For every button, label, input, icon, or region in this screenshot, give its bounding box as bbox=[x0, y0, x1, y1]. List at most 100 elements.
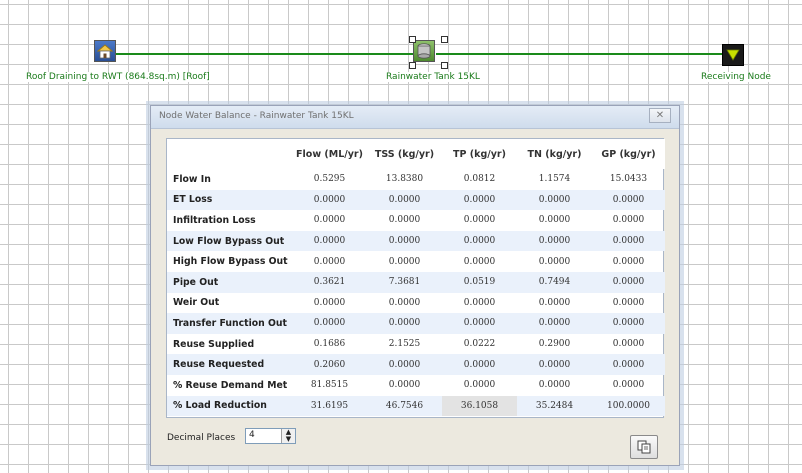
table-cell[interactable]: 0.0000 bbox=[517, 293, 592, 314]
table-cell[interactable]: 81.8515 bbox=[292, 375, 367, 396]
table-cell[interactable]: 0.0000 bbox=[367, 251, 442, 272]
table-cell[interactable]: 0.0000 bbox=[592, 313, 665, 334]
dialog-titlebar[interactable]: Node Water Balance - Rainwater Tank 15KL… bbox=[151, 106, 679, 129]
table-cell[interactable]: 0.5295 bbox=[292, 169, 367, 190]
tank-node[interactable] bbox=[413, 40, 435, 62]
table-cell[interactable]: 0.0000 bbox=[592, 230, 665, 252]
table-cell[interactable]: 35.2484 bbox=[517, 395, 592, 417]
spin-down-icon[interactable]: ▼ bbox=[282, 436, 295, 443]
table-cell[interactable]: 1.1574 bbox=[517, 169, 592, 190]
table-cell[interactable]: 46.7546 bbox=[367, 395, 442, 417]
table-cell[interactable]: 0.0000 bbox=[517, 210, 592, 231]
row-label: Flow In bbox=[173, 173, 211, 185]
selection-handle[interactable] bbox=[409, 36, 416, 43]
selection-handle[interactable] bbox=[409, 62, 416, 69]
tank-icon bbox=[417, 43, 431, 59]
table-cell[interactable]: 0.0000 bbox=[442, 313, 517, 334]
receiving-node-label: Receiving Node bbox=[700, 72, 772, 82]
table-cell[interactable]: 0.0000 bbox=[517, 375, 592, 396]
row-label: Weir Out bbox=[173, 297, 220, 309]
selection-handle[interactable] bbox=[441, 62, 448, 69]
table-cell[interactable]: 0.0000 bbox=[367, 375, 442, 396]
table-cell[interactable]: 0.0812 bbox=[442, 169, 517, 190]
table-cell[interactable]: 0.2900 bbox=[517, 334, 592, 355]
table-cell[interactable]: 0.0000 bbox=[367, 210, 442, 231]
table-row: Reuse Requested 0.2060 0.0000 0.0000 0.0… bbox=[167, 354, 665, 375]
row-label: Low Flow Bypass Out bbox=[167, 230, 292, 252]
table-cell[interactable]: 0.0000 bbox=[517, 354, 592, 375]
node-water-balance-dialog: Node Water Balance - Rainwater Tank 15KL… bbox=[150, 105, 680, 466]
table-row: ET Loss 0.0000 0.0000 0.0000 0.0000 0.00… bbox=[167, 189, 665, 211]
table-cell[interactable]: 0.0222 bbox=[442, 334, 517, 355]
row-label: % Reuse Demand Met bbox=[173, 379, 288, 391]
table-cell[interactable]: 0.0000 bbox=[292, 293, 367, 314]
receiving-node[interactable] bbox=[722, 44, 744, 66]
table-cell[interactable]: 0.0000 bbox=[442, 375, 517, 396]
table-row: High Flow Bypass Out 0.0000 0.0000 0.000… bbox=[167, 251, 665, 272]
table-cell[interactable]: 0.1686 bbox=[292, 334, 367, 355]
row-label: ET Loss bbox=[167, 189, 292, 211]
table-cell[interactable]: 0.0000 bbox=[442, 189, 517, 211]
table-cell[interactable]: 0.0000 bbox=[442, 210, 517, 231]
table-cell[interactable]: 0.0000 bbox=[592, 271, 665, 293]
source-node-label: Roof Draining to RWT (864.8sq.m) [Roof] bbox=[25, 72, 211, 82]
table-row: Reuse Supplied 0.1686 2.1525 0.0222 0.29… bbox=[167, 334, 665, 355]
link-tank-to-receiving[interactable] bbox=[436, 53, 722, 55]
table-cell[interactable]: 0.0000 bbox=[592, 210, 665, 231]
table-cell[interactable]: 2.1525 bbox=[367, 334, 442, 355]
table-cell[interactable]: 100.0000 bbox=[592, 395, 665, 417]
table-cell[interactable]: 0.0000 bbox=[292, 189, 367, 211]
table-cell[interactable]: 0.7494 bbox=[517, 271, 592, 293]
table-cell[interactable]: 0.0000 bbox=[292, 251, 367, 272]
table-cell[interactable]: 0.0000 bbox=[517, 251, 592, 272]
table-cell[interactable]: 0.0000 bbox=[367, 293, 442, 314]
table-cell[interactable]: 0.0000 bbox=[517, 230, 592, 252]
table-cell[interactable]: 0.0000 bbox=[442, 293, 517, 314]
table-header-row: Flow (ML/yr) TSS (kg/yr) TP (kg/yr) TN (… bbox=[167, 139, 665, 169]
table-cell[interactable]: 0.0519 bbox=[442, 271, 517, 293]
table-cell[interactable]: 0.0000 bbox=[592, 354, 665, 375]
table-cell[interactable]: 0.0000 bbox=[517, 189, 592, 211]
table-cell[interactable]: 0.0000 bbox=[592, 189, 665, 211]
table-cell[interactable]: 0.3621 bbox=[292, 271, 367, 293]
selection-handle[interactable] bbox=[441, 36, 448, 43]
table-cell[interactable]: 0.0000 bbox=[367, 230, 442, 252]
table-cell[interactable]: 0.0000 bbox=[592, 334, 665, 355]
table-cell[interactable]: 0.0000 bbox=[592, 375, 665, 396]
column-header: Flow (ML/yr) bbox=[292, 139, 367, 169]
table-cell[interactable]: 0.0000 bbox=[592, 293, 665, 314]
column-header: GP (kg/yr) bbox=[592, 139, 665, 169]
table-cell[interactable]: 7.3681 bbox=[367, 271, 442, 293]
copy-icon bbox=[637, 440, 651, 454]
table-cell[interactable]: 0.0000 bbox=[367, 354, 442, 375]
table-cell[interactable]: 0.0000 bbox=[292, 210, 367, 231]
house-icon bbox=[96, 44, 114, 59]
table-cell[interactable]: 31.6195 bbox=[292, 395, 367, 417]
close-button[interactable]: ✕ bbox=[649, 108, 671, 123]
column-header: TSS (kg/yr) bbox=[367, 139, 442, 169]
table-row: Pipe Out 0.3621 7.3681 0.0519 0.7494 0.0… bbox=[167, 271, 665, 293]
table-cell[interactable]: 0.0000 bbox=[442, 354, 517, 375]
table-cell[interactable]: 15.0433 bbox=[592, 169, 665, 190]
row-label: Infiltration Loss bbox=[173, 214, 256, 226]
selected-table-cell[interactable]: 36.1058 bbox=[442, 395, 517, 417]
table-cell[interactable]: 13.8380 bbox=[367, 169, 442, 190]
column-header: TN (kg/yr) bbox=[517, 139, 592, 169]
table-cell[interactable]: 0.0000 bbox=[292, 230, 367, 252]
spin-buttons[interactable]: ▲ ▼ bbox=[281, 429, 295, 443]
table-cell[interactable]: 0.0000 bbox=[592, 251, 665, 272]
table-cell[interactable]: 0.0000 bbox=[442, 230, 517, 252]
table-cell[interactable]: 0.0000 bbox=[367, 313, 442, 334]
table-cell[interactable]: 0.0000 bbox=[442, 251, 517, 272]
link-source-to-tank[interactable] bbox=[116, 53, 413, 55]
row-label: Reuse Requested bbox=[167, 354, 292, 375]
column-header bbox=[167, 139, 292, 169]
table-cell[interactable]: 0.0000 bbox=[367, 189, 442, 211]
table-cell[interactable]: 0.0000 bbox=[292, 313, 367, 334]
table-cell[interactable]: 0.2060 bbox=[292, 354, 367, 375]
table-cell[interactable]: 0.0000 bbox=[517, 313, 592, 334]
copy-button[interactable] bbox=[630, 435, 658, 459]
decimal-places-stepper[interactable]: 4 ▲ ▼ bbox=[245, 428, 296, 444]
decimal-places-input[interactable]: 4 bbox=[249, 430, 255, 440]
source-node[interactable] bbox=[94, 40, 116, 62]
